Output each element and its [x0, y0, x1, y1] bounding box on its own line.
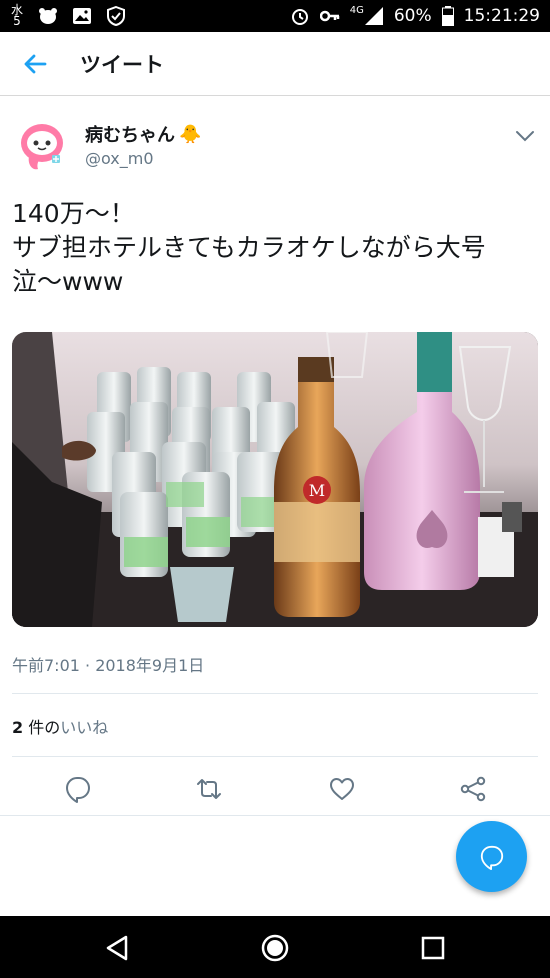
compose-reply-button[interactable]: [456, 821, 527, 892]
arrow-left-icon: [24, 54, 47, 73]
back-button[interactable]: [0, 32, 70, 96]
reply-bubble-icon: [480, 845, 503, 870]
day-indicator: 水 5: [10, 3, 23, 28]
battery-percent: 60%: [393, 6, 432, 26]
tweet-author: 病むちゃん 🐥 @ox_m0: [0, 97, 550, 185]
tweet-text-line: サブ担ホテルきてもカラオケしながら大号: [12, 233, 486, 262]
tweet-actions: [0, 765, 550, 811]
network-type: 4G: [349, 4, 364, 16]
page-title: ツイート: [80, 52, 164, 77]
tweet-text-line: 泣〜www: [12, 267, 124, 296]
signal-icon: [364, 7, 383, 25]
alarm-icon: [291, 9, 308, 25]
like-icon[interactable]: [328, 775, 356, 803]
system-nav-bar: [0, 916, 550, 978]
tweet-detail: 病むちゃん 🐥 @ox_m0 140万〜！ サブ担ホテルきてもカラオケしながら大…: [0, 97, 550, 816]
display-name[interactable]: 病むちゃん 🐥: [85, 121, 201, 147]
share-icon[interactable]: [459, 775, 487, 803]
divider: [12, 693, 538, 694]
status-bar: 水 5 4G 60% 15:21:29: [0, 0, 550, 32]
avatar[interactable]: [16, 119, 72, 175]
tweet-text: 140万〜！ サブ担ホテルきてもカラオケしながら大号 泣〜www: [12, 197, 538, 299]
recents-nav-icon[interactable]: [418, 933, 448, 963]
battery-icon: [441, 6, 454, 26]
user-handle[interactable]: @ox_m0: [85, 149, 154, 168]
retweet-icon[interactable]: [195, 775, 223, 803]
chevron-down-icon[interactable]: [514, 125, 536, 147]
chick-emoji: 🐥: [179, 123, 202, 145]
tweet-timestamp: 午前7:01 · 2018年9月1日: [12, 656, 205, 675]
divider: [0, 815, 550, 816]
divider: [12, 756, 538, 757]
app-header: ツイート: [0, 32, 550, 96]
tweet-text-line: 140万〜！: [12, 199, 135, 228]
reply-icon[interactable]: [64, 775, 92, 803]
shield-icon: [107, 6, 125, 26]
image-icon: [73, 8, 91, 24]
bear-icon: [39, 8, 57, 24]
svg-text:M: M: [309, 481, 325, 500]
home-nav-icon[interactable]: [260, 933, 290, 963]
key-icon: [319, 10, 339, 22]
likes-count[interactable]: 2 件のいいね: [12, 714, 108, 738]
clock: 15:21:29: [463, 6, 540, 26]
back-nav-icon[interactable]: [102, 933, 132, 963]
tweet-photo[interactable]: M: [12, 332, 538, 627]
photo-bottles-and-cans: M: [12, 332, 538, 627]
